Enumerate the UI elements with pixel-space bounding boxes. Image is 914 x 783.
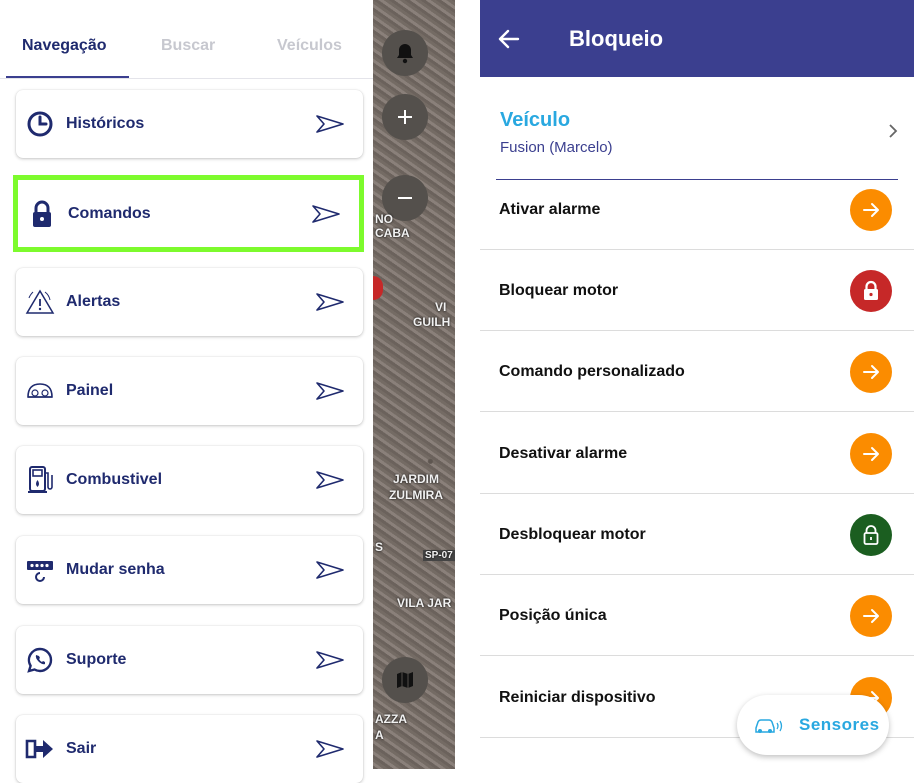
chevron-right-icon bbox=[316, 651, 344, 669]
lock-icon bbox=[864, 280, 878, 300]
vehicle-selector[interactable]: Veículo Fusion (Marcelo) bbox=[480, 77, 914, 180]
map-marker[interactable] bbox=[373, 276, 383, 300]
divider bbox=[480, 655, 914, 656]
send-command-button[interactable] bbox=[850, 269, 892, 312]
app-bar: Bloqueio bbox=[480, 0, 914, 77]
chevron-right-icon bbox=[316, 382, 344, 400]
lock-icon bbox=[27, 199, 57, 229]
divider bbox=[480, 411, 914, 412]
speedometer-icon bbox=[25, 376, 55, 406]
whatsapp-icon bbox=[25, 645, 55, 675]
logout-icon bbox=[25, 734, 55, 764]
command-label: Ativar alarme bbox=[499, 200, 601, 218]
menu-item-mudar-senha[interactable]: Mudar senha bbox=[16, 536, 363, 604]
chevron-right-icon bbox=[316, 471, 344, 489]
vehicle-name: Fusion (Marcelo) bbox=[500, 139, 613, 156]
map-label: VI bbox=[435, 300, 447, 314]
warning-icon bbox=[25, 287, 55, 317]
chevron-right-icon bbox=[316, 293, 344, 311]
menu-label: Históricos bbox=[66, 115, 145, 132]
map-layers-button[interactable] bbox=[382, 657, 428, 703]
command-desativar-alarme: Desativar alarme bbox=[480, 413, 914, 494]
minus-icon bbox=[398, 197, 412, 199]
menu-label: Alertas bbox=[66, 293, 121, 310]
command-posicao-unica: Posição única bbox=[480, 575, 914, 656]
menu-label: Sair bbox=[66, 740, 97, 757]
send-command-button[interactable] bbox=[850, 432, 892, 475]
menu-item-painel[interactable]: Painel bbox=[16, 357, 363, 425]
send-command-button[interactable] bbox=[850, 513, 892, 556]
command-ativar-alarme: Ativar alarme bbox=[480, 169, 914, 250]
bell-icon bbox=[397, 44, 413, 64]
command-bloquear-motor: Bloquear motor bbox=[480, 250, 914, 331]
chevron-right-icon bbox=[889, 124, 898, 138]
map-icon bbox=[397, 672, 413, 688]
command-desbloquear-motor: Desbloquear motor bbox=[480, 494, 914, 575]
menu-item-alertas[interactable]: Alertas bbox=[16, 268, 363, 336]
send-command-button[interactable] bbox=[850, 188, 892, 231]
chevron-right-icon bbox=[316, 561, 344, 579]
command-comando-personalizado: Comando personalizado bbox=[480, 331, 914, 412]
road-label: SP-07 bbox=[423, 550, 455, 561]
menu-label: Comandos bbox=[68, 204, 151, 222]
send-command-button[interactable] bbox=[850, 350, 892, 393]
command-label: Desativar alarme bbox=[499, 444, 628, 462]
tab-buscar[interactable]: Buscar bbox=[161, 37, 215, 55]
send-command-button[interactable] bbox=[850, 594, 892, 637]
menu-label: Mudar senha bbox=[66, 561, 165, 578]
car-signal-icon bbox=[755, 719, 783, 733]
tab-bar: Navegação Buscar Veículos bbox=[0, 0, 373, 79]
chevron-right-icon bbox=[312, 204, 340, 223]
map-label: JARDIM bbox=[393, 472, 440, 486]
command-label: Posição única bbox=[499, 606, 607, 624]
page-title: Bloqueio bbox=[569, 26, 664, 51]
fuel-pump-icon bbox=[25, 465, 55, 495]
map-label: GUILH bbox=[413, 315, 451, 329]
map-label: VILA JAR bbox=[397, 596, 452, 610]
map-label: CABA bbox=[375, 226, 410, 240]
map-label: ZULMIRA bbox=[389, 488, 443, 502]
map-view[interactable]: NO CABA VI GUILH JARDIM ZULMIRA S SP-07 … bbox=[373, 0, 455, 769]
chevron-right-icon bbox=[316, 740, 344, 758]
tab-veiculos[interactable]: Veículos bbox=[277, 37, 342, 55]
arrow-right-icon bbox=[863, 446, 879, 461]
menu-item-historicos[interactable]: Históricos bbox=[16, 90, 363, 158]
arrow-right-icon bbox=[863, 608, 879, 623]
command-label: Reiniciar dispositivo bbox=[499, 688, 656, 706]
menu-item-suporte[interactable]: Suporte bbox=[16, 626, 363, 694]
map-label: S bbox=[375, 540, 384, 554]
chevron-right-icon bbox=[316, 115, 344, 133]
menu-item-sair[interactable]: Sair bbox=[16, 715, 363, 783]
navigation-drawer: Navegação Buscar Veículos Históricos Com… bbox=[0, 0, 373, 783]
sensores-button[interactable]: Sensores bbox=[737, 695, 889, 755]
vehicle-title: Veículo bbox=[500, 109, 571, 131]
arrow-right-icon bbox=[863, 202, 879, 217]
map-label: AZZA bbox=[375, 712, 407, 726]
menu-label: Painel bbox=[66, 382, 114, 399]
sensores-label: Sensores bbox=[799, 715, 880, 734]
tab-navegacao[interactable]: Navegação bbox=[22, 37, 107, 55]
menu-item-comandos[interactable]: Comandos bbox=[13, 175, 364, 252]
password-reset-icon bbox=[25, 555, 55, 585]
bloqueio-screen: Bloqueio Veículo Fusion (Marcelo) Ativar… bbox=[480, 0, 914, 769]
back-arrow-icon[interactable] bbox=[496, 26, 522, 52]
menu-label: Combustivel bbox=[66, 471, 163, 488]
unlock-icon bbox=[863, 524, 879, 545]
arrow-right-icon bbox=[863, 364, 879, 379]
clock-icon bbox=[25, 109, 55, 139]
notification-bell-button[interactable] bbox=[382, 30, 428, 76]
plus-icon bbox=[398, 110, 412, 124]
command-label: Desbloquear motor bbox=[499, 525, 646, 543]
command-label: Comando personalizado bbox=[499, 362, 685, 380]
map-label: NO bbox=[375, 212, 393, 226]
map-label: A bbox=[375, 728, 384, 742]
zoom-in-button[interactable] bbox=[382, 94, 428, 140]
command-label: Bloquear motor bbox=[499, 281, 619, 299]
menu-label: Suporte bbox=[66, 651, 127, 668]
tab-divider bbox=[0, 78, 373, 79]
menu-item-combustivel[interactable]: Combustivel bbox=[16, 446, 363, 514]
